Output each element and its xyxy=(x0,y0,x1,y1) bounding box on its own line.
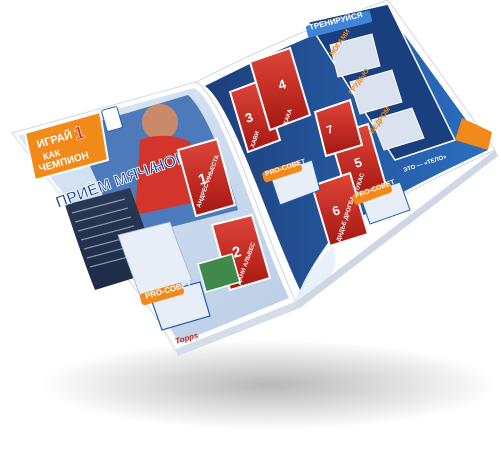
player-head xyxy=(142,104,178,140)
open-magazine: ИГРАЙ КАК ЧЕМПИОН 1 ПРИЁМ МЯЧА: НОГИ 1 А… xyxy=(11,0,500,430)
magazine-scene: ИГРАЙ КАК ЧЕМПИОН 1 ПРИЁМ МЯЧА: НОГИ 1 А… xyxy=(0,0,501,462)
drop-shadow xyxy=(40,340,500,430)
